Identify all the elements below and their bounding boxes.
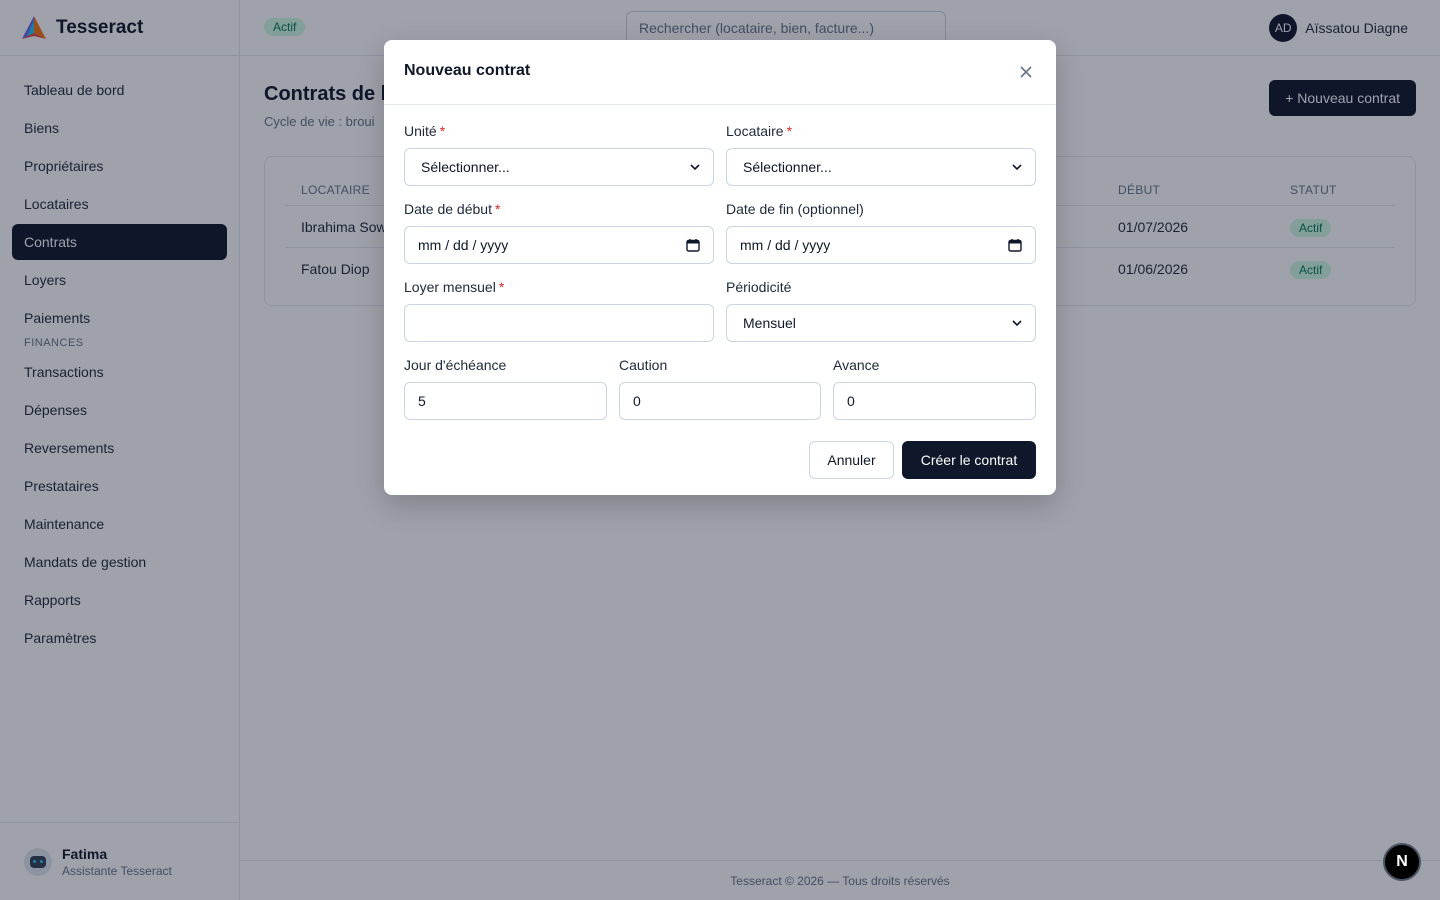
date-fin-value: mm / dd / yyyy [740, 237, 831, 253]
avance-field: Avance 0 [833, 356, 1036, 420]
locataire-label: Locataire [726, 123, 784, 139]
required-mark: * [786, 123, 793, 139]
periodicite-field: Périodicité Mensuel [726, 278, 1036, 342]
unite-select-value: Sélectionner... [421, 159, 510, 175]
date-fin-label: Date de fin (optionnel) [726, 201, 864, 217]
jour-echeance-field: Jour d'échéance 5 [404, 356, 607, 420]
date-debut-value: mm / dd / yyyy [418, 237, 509, 253]
periodicite-select[interactable]: Mensuel [726, 304, 1036, 342]
unite-field: Unité * Sélectionner... [404, 122, 714, 186]
periodicite-value: Mensuel [743, 315, 796, 331]
calendar-icon[interactable] [1008, 238, 1022, 252]
new-contract-modal: Nouveau contrat Unité * Sélectionner... L… [384, 40, 1056, 495]
avance-label: Avance [833, 357, 880, 373]
date-fin-field: Date de fin (optionnel) mm / dd / yyyy [726, 200, 1036, 264]
modal-header: Nouveau contrat [384, 40, 1056, 105]
dev-tools-badge[interactable]: N [1383, 843, 1421, 881]
calendar-icon[interactable] [686, 238, 700, 252]
date-debut-label: Date de début [404, 201, 492, 217]
chevron-down-icon [690, 164, 700, 171]
chevron-down-icon [1012, 320, 1022, 327]
loyer-input[interactable] [404, 304, 714, 342]
loyer-field: Loyer mensuel * [404, 278, 714, 342]
loyer-label: Loyer mensuel [404, 279, 496, 295]
caution-field: Caution 0 [619, 356, 821, 420]
locataire-field: Locataire * Sélectionner... [726, 122, 1036, 186]
required-mark: * [498, 279, 505, 295]
avance-input[interactable]: 0 [833, 382, 1036, 420]
create-contract-button[interactable]: Créer le contrat [902, 441, 1036, 479]
locataire-select[interactable]: Sélectionner... [726, 148, 1036, 186]
unite-label: Unité [404, 123, 437, 139]
caution-input[interactable]: 0 [619, 382, 821, 420]
unite-select[interactable]: Sélectionner... [404, 148, 714, 186]
chevron-down-icon [1012, 164, 1022, 171]
cancel-button[interactable]: Annuler [809, 441, 894, 479]
caution-value: 0 [633, 393, 641, 409]
caution-label: Caution [619, 357, 668, 373]
close-icon[interactable] [1016, 62, 1036, 82]
periodicite-label: Périodicité [726, 279, 792, 295]
avance-value: 0 [847, 393, 855, 409]
locataire-select-value: Sélectionner... [743, 159, 832, 175]
jour-echeance-input[interactable]: 5 [404, 382, 607, 420]
date-fin-input[interactable]: mm / dd / yyyy [726, 226, 1036, 264]
jour-echeance-value: 5 [418, 393, 426, 409]
modal-title: Nouveau contrat [404, 62, 531, 79]
required-mark: * [439, 123, 446, 139]
date-debut-field: Date de début * mm / dd / yyyy [404, 200, 714, 264]
required-mark: * [494, 201, 501, 217]
jour-echeance-label: Jour d'échéance [404, 357, 507, 373]
date-debut-input[interactable]: mm / dd / yyyy [404, 226, 714, 264]
